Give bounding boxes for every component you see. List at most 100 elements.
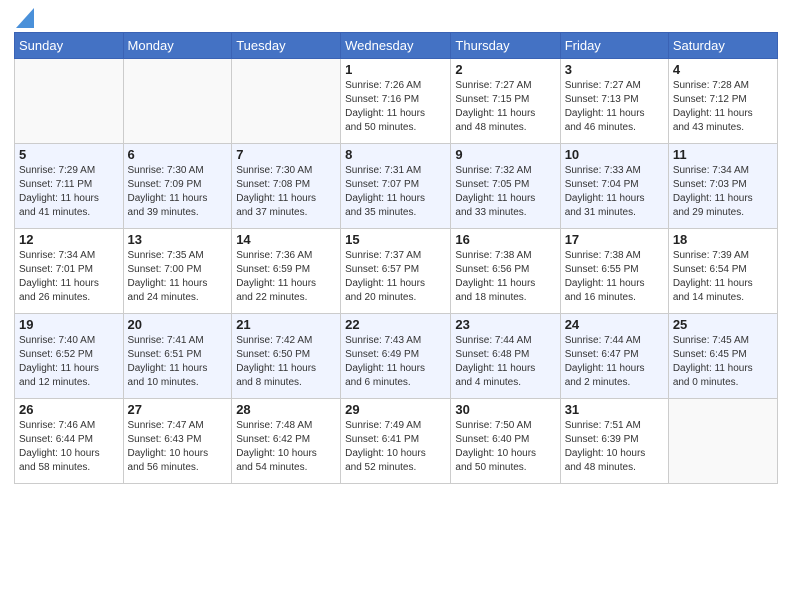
day-info: Sunrise: 7:38 AM Sunset: 6:55 PM Dayligh… [565, 249, 664, 305]
day-info: Sunrise: 7:26 AM Sunset: 7:16 PM Dayligh… [345, 79, 446, 135]
day-number: 28 [236, 402, 336, 417]
day-info: Sunrise: 7:51 AM Sunset: 6:39 PM Dayligh… [565, 419, 664, 475]
day-number: 9 [455, 147, 555, 162]
calendar-cell: 5 Sunrise: 7:29 AM Sunset: 7:11 PM Daylig… [15, 144, 124, 229]
calendar-cell: 3 Sunrise: 7:27 AM Sunset: 7:13 PM Daylig… [560, 59, 668, 144]
week-row-3: 12 Sunrise: 7:34 AM Sunset: 7:01 PM Dayli… [15, 229, 778, 314]
calendar-cell: 8 Sunrise: 7:31 AM Sunset: 7:07 PM Daylig… [341, 144, 451, 229]
day-info: Sunrise: 7:44 AM Sunset: 6:48 PM Dayligh… [455, 334, 555, 390]
calendar-cell: 28 Sunrise: 7:48 AM Sunset: 6:42 PM Dayli… [232, 399, 341, 484]
day-number: 5 [19, 147, 119, 162]
day-info: Sunrise: 7:31 AM Sunset: 7:07 PM Dayligh… [345, 164, 446, 220]
calendar-cell: 1 Sunrise: 7:26 AM Sunset: 7:16 PM Daylig… [341, 59, 451, 144]
day-info: Sunrise: 7:41 AM Sunset: 6:51 PM Dayligh… [128, 334, 228, 390]
day-info: Sunrise: 7:46 AM Sunset: 6:44 PM Dayligh… [19, 419, 119, 475]
day-number: 1 [345, 62, 446, 77]
header [14, 10, 778, 24]
calendar-cell: 19 Sunrise: 7:40 AM Sunset: 6:52 PM Dayli… [15, 314, 124, 399]
day-number: 18 [673, 232, 773, 247]
calendar-cell: 23 Sunrise: 7:44 AM Sunset: 6:48 PM Dayli… [451, 314, 560, 399]
calendar-cell: 30 Sunrise: 7:50 AM Sunset: 6:40 PM Dayli… [451, 399, 560, 484]
calendar-cell: 15 Sunrise: 7:37 AM Sunset: 6:57 PM Dayli… [341, 229, 451, 314]
day-number: 22 [345, 317, 446, 332]
calendar-cell [123, 59, 232, 144]
day-info: Sunrise: 7:50 AM Sunset: 6:40 PM Dayligh… [455, 419, 555, 475]
calendar-cell: 25Sunrise: 7:45 AM Sunset: 6:45 PM Dayli… [668, 314, 777, 399]
day-info: Sunrise: 7:27 AM Sunset: 7:13 PM Dayligh… [565, 79, 664, 135]
calendar-cell [668, 399, 777, 484]
day-number: 2 [455, 62, 555, 77]
day-number: 19 [19, 317, 119, 332]
day-info: Sunrise: 7:48 AM Sunset: 6:42 PM Dayligh… [236, 419, 336, 475]
calendar-cell [15, 59, 124, 144]
page-container: SundayMondayTuesdayWednesdayThursdayFrid… [0, 0, 792, 494]
day-info: Sunrise: 7:34 AM Sunset: 7:01 PM Dayligh… [19, 249, 119, 305]
calendar-cell: 7 Sunrise: 7:30 AM Sunset: 7:08 PM Daylig… [232, 144, 341, 229]
day-info: Sunrise: 7:30 AM Sunset: 7:09 PM Dayligh… [128, 164, 228, 220]
day-info: Sunrise: 7:29 AM Sunset: 7:11 PM Dayligh… [19, 164, 119, 220]
day-number: 26 [19, 402, 119, 417]
weekday-header-row: SundayMondayTuesdayWednesdayThursdayFrid… [15, 33, 778, 59]
weekday-header-sunday: Sunday [15, 33, 124, 59]
day-number: 27 [128, 402, 228, 417]
logo [14, 10, 34, 24]
week-row-2: 5 Sunrise: 7:29 AM Sunset: 7:11 PM Daylig… [15, 144, 778, 229]
weekday-header-monday: Monday [123, 33, 232, 59]
day-info: Sunrise: 7:28 AM Sunset: 7:12 PM Dayligh… [673, 79, 773, 135]
day-number: 31 [565, 402, 664, 417]
calendar-cell: 10 Sunrise: 7:33 AM Sunset: 7:04 PM Dayli… [560, 144, 668, 229]
calendar-cell: 13Sunrise: 7:35 AM Sunset: 7:00 PM Dayli… [123, 229, 232, 314]
day-number: 23 [455, 317, 555, 332]
day-info: Sunrise: 7:42 AM Sunset: 6:50 PM Dayligh… [236, 334, 336, 390]
day-number: 3 [565, 62, 664, 77]
calendar-cell: 14 Sunrise: 7:36 AM Sunset: 6:59 PM Dayli… [232, 229, 341, 314]
calendar-cell: 9Sunrise: 7:32 AM Sunset: 7:05 PM Daylig… [451, 144, 560, 229]
calendar-cell: 17 Sunrise: 7:38 AM Sunset: 6:55 PM Dayli… [560, 229, 668, 314]
day-info: Sunrise: 7:30 AM Sunset: 7:08 PM Dayligh… [236, 164, 336, 220]
day-info: Sunrise: 7:43 AM Sunset: 6:49 PM Dayligh… [345, 334, 446, 390]
day-info: Sunrise: 7:39 AM Sunset: 6:54 PM Dayligh… [673, 249, 773, 305]
day-info: Sunrise: 7:33 AM Sunset: 7:04 PM Dayligh… [565, 164, 664, 220]
calendar-cell [232, 59, 341, 144]
day-number: 6 [128, 147, 228, 162]
calendar-cell: 22 Sunrise: 7:43 AM Sunset: 6:49 PM Dayli… [341, 314, 451, 399]
day-info: Sunrise: 7:38 AM Sunset: 6:56 PM Dayligh… [455, 249, 555, 305]
day-number: 10 [565, 147, 664, 162]
day-number: 7 [236, 147, 336, 162]
day-number: 8 [345, 147, 446, 162]
day-number: 16 [455, 232, 555, 247]
day-number: 12 [19, 232, 119, 247]
day-info: Sunrise: 7:34 AM Sunset: 7:03 PM Dayligh… [673, 164, 773, 220]
day-number: 29 [345, 402, 446, 417]
calendar-cell: 29 Sunrise: 7:49 AM Sunset: 6:41 PM Dayli… [341, 399, 451, 484]
calendar-cell: 4 Sunrise: 7:28 AM Sunset: 7:12 PM Daylig… [668, 59, 777, 144]
calendar-cell: 27 Sunrise: 7:47 AM Sunset: 6:43 PM Dayli… [123, 399, 232, 484]
calendar-cell: 2Sunrise: 7:27 AM Sunset: 7:15 PM Daylig… [451, 59, 560, 144]
calendar-cell: 18 Sunrise: 7:39 AM Sunset: 6:54 PM Dayli… [668, 229, 777, 314]
logo-triangle-icon [16, 8, 34, 28]
day-info: Sunrise: 7:35 AM Sunset: 7:00 PM Dayligh… [128, 249, 228, 305]
day-info: Sunrise: 7:44 AM Sunset: 6:47 PM Dayligh… [565, 334, 664, 390]
day-info: Sunrise: 7:40 AM Sunset: 6:52 PM Dayligh… [19, 334, 119, 390]
calendar: SundayMondayTuesdayWednesdayThursdayFrid… [14, 32, 778, 484]
day-info: Sunrise: 7:36 AM Sunset: 6:59 PM Dayligh… [236, 249, 336, 305]
day-info: Sunrise: 7:49 AM Sunset: 6:41 PM Dayligh… [345, 419, 446, 475]
calendar-cell: 6 Sunrise: 7:30 AM Sunset: 7:09 PM Daylig… [123, 144, 232, 229]
calendar-cell: 24 Sunrise: 7:44 AM Sunset: 6:47 PM Dayli… [560, 314, 668, 399]
weekday-header-saturday: Saturday [668, 33, 777, 59]
day-info: Sunrise: 7:37 AM Sunset: 6:57 PM Dayligh… [345, 249, 446, 305]
calendar-cell: 16 Sunrise: 7:38 AM Sunset: 6:56 PM Dayli… [451, 229, 560, 314]
day-number: 11 [673, 147, 773, 162]
day-info: Sunrise: 7:45 AM Sunset: 6:45 PM Dayligh… [673, 334, 773, 390]
day-number: 14 [236, 232, 336, 247]
calendar-cell: 11 Sunrise: 7:34 AM Sunset: 7:03 PM Dayli… [668, 144, 777, 229]
day-number: 15 [345, 232, 446, 247]
day-number: 30 [455, 402, 555, 417]
day-info: Sunrise: 7:47 AM Sunset: 6:43 PM Dayligh… [128, 419, 228, 475]
day-number: 21 [236, 317, 336, 332]
calendar-cell: 12 Sunrise: 7:34 AM Sunset: 7:01 PM Dayli… [15, 229, 124, 314]
day-number: 4 [673, 62, 773, 77]
day-number: 17 [565, 232, 664, 247]
day-number: 24 [565, 317, 664, 332]
week-row-1: 1 Sunrise: 7:26 AM Sunset: 7:16 PM Daylig… [15, 59, 778, 144]
